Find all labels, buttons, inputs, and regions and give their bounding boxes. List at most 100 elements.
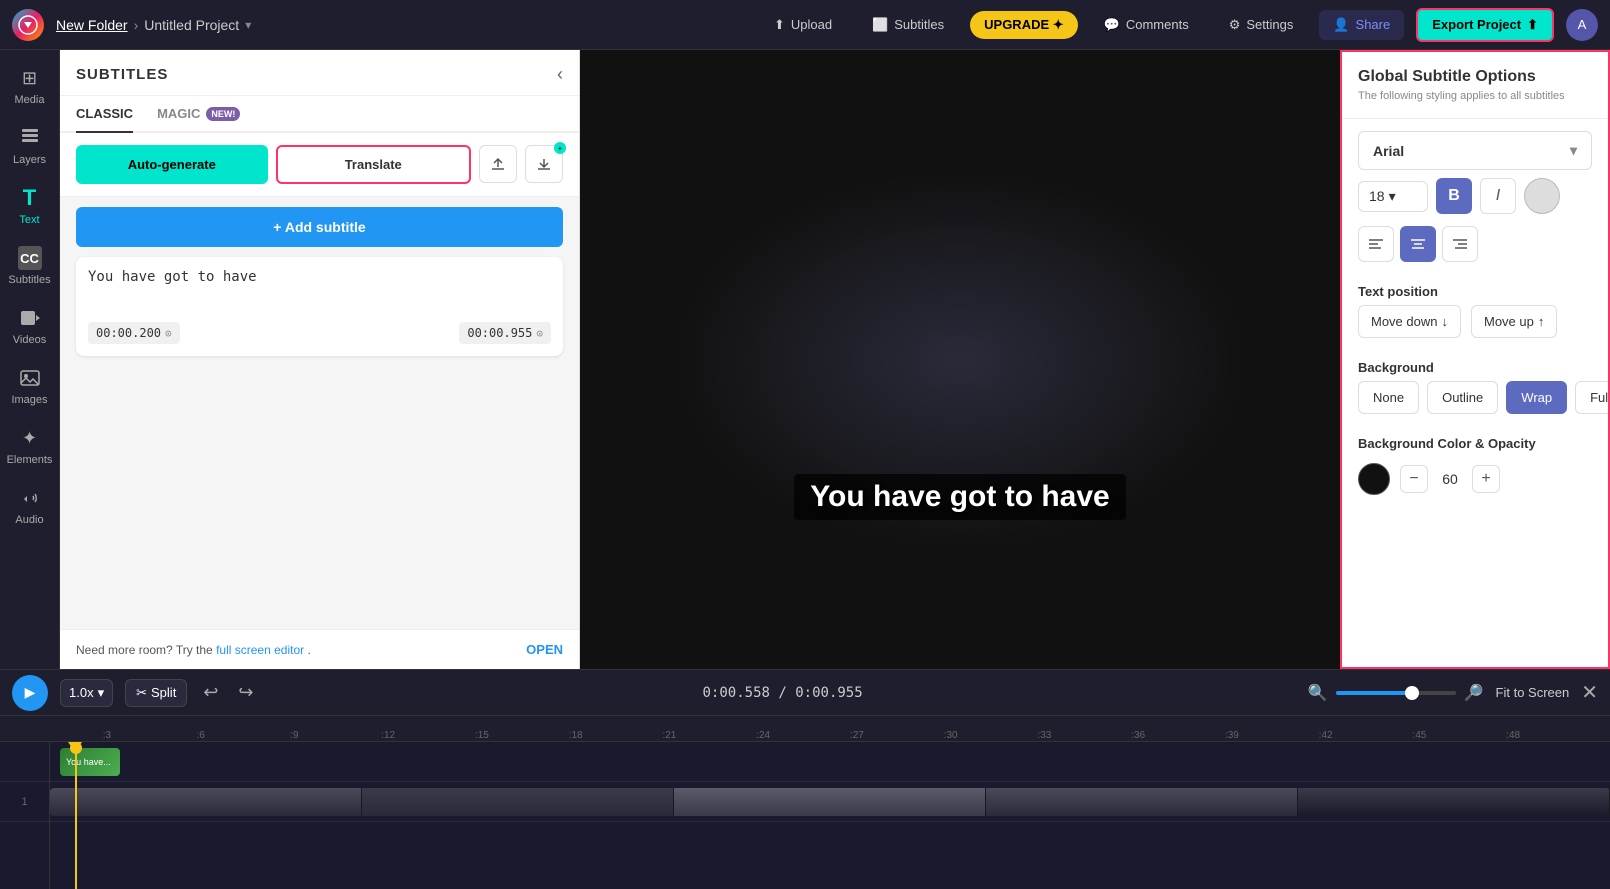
opacity-controls: − 60 +: [1400, 465, 1500, 493]
upgrade-button[interactable]: UPGRADE ✦: [970, 11, 1078, 39]
global-options-panel: Global Subtitle Options The following st…: [1340, 50, 1610, 669]
close-timeline-button[interactable]: ✕: [1581, 680, 1598, 705]
split-button[interactable]: ✂ Split: [125, 679, 187, 707]
opacity-minus-button[interactable]: −: [1400, 465, 1428, 493]
speed-chevron-icon: ▾: [98, 685, 105, 701]
breadcrumb-project: Untitled Project: [144, 17, 239, 33]
fit-to-screen-button[interactable]: Fit to Screen: [1496, 685, 1570, 700]
breadcrumb-chevron[interactable]: ▾: [245, 18, 251, 32]
time-start-chip: 00:00.200 ⊙: [88, 322, 180, 344]
tab-classic[interactable]: CLASSIC: [76, 96, 133, 133]
timeline-toolbar: ▶ 1.0x ▾ ✂ Split ↩ ↪ 0:00.558 / 0:00.955…: [0, 670, 1610, 716]
subtitle-track-item[interactable]: You have...: [60, 748, 120, 776]
bg-none-button[interactable]: None: [1358, 381, 1419, 414]
align-center-button[interactable]: [1400, 226, 1436, 262]
align-left-button[interactable]: [1358, 226, 1394, 262]
sidebar-item-audio[interactable]: Audio: [3, 478, 57, 534]
video-canvas: You have got to have: [670, 170, 1250, 550]
size-chevron-icon: ▾: [1389, 188, 1396, 205]
subtitle-text-input[interactable]: [88, 269, 551, 309]
zoom-out-icon[interactable]: 🔍: [1308, 683, 1328, 703]
panel-title: SUBTITLES: [76, 66, 168, 83]
open-button[interactable]: OPEN: [526, 642, 563, 657]
upload-subtitle-button[interactable]: [479, 145, 517, 183]
autogenerate-button[interactable]: Auto-generate: [76, 145, 268, 184]
options-title: Global Subtitle Options: [1358, 68, 1592, 86]
redo-button[interactable]: ↪: [234, 678, 257, 707]
ruler-mark: :48: [1466, 730, 1560, 741]
panel-close-button[interactable]: ‹: [557, 64, 563, 85]
video-area: You have got to have: [580, 50, 1340, 669]
sidebar-item-subtitles[interactable]: CC Subtitles: [3, 238, 57, 294]
sidebar-item-elements[interactable]: ✦ Elements: [3, 418, 57, 474]
bg-outline-button[interactable]: Outline: [1427, 381, 1498, 414]
track-label-2: 1: [0, 782, 49, 822]
ruler-mark: :27: [810, 730, 904, 741]
sidebar-item-text[interactable]: T Text: [3, 178, 57, 234]
text-color-picker[interactable]: [1524, 178, 1560, 214]
undo-button[interactable]: ↩: [199, 678, 222, 707]
play-button[interactable]: ▶: [12, 675, 48, 711]
zoom-in-icon[interactable]: 🔎: [1464, 683, 1484, 703]
font-chevron-icon: ▾: [1570, 142, 1577, 159]
zoom-controls: 🔍 🔎: [1308, 683, 1484, 703]
bg-full-button[interactable]: Full: [1575, 381, 1610, 414]
bg-wrap-button[interactable]: Wrap: [1506, 381, 1567, 414]
italic-button[interactable]: I: [1480, 178, 1516, 214]
move-down-button[interactable]: Move down ↓: [1358, 305, 1461, 338]
breadcrumb-folder[interactable]: New Folder: [56, 17, 128, 33]
align-right-button[interactable]: [1442, 226, 1478, 262]
background-label: Background: [1342, 348, 1608, 381]
sidebar-item-media[interactable]: ⊞ Media: [3, 58, 57, 114]
bg-color-row: − 60 +: [1342, 457, 1608, 501]
sidebar-item-videos[interactable]: Videos: [3, 298, 57, 354]
add-subtitle-button[interactable]: + Add subtitle: [76, 207, 563, 247]
ruler-mark: :39: [1185, 730, 1279, 741]
font-selector[interactable]: Arial ▾: [1358, 131, 1592, 170]
translate-button[interactable]: Translate: [276, 145, 472, 184]
elements-icon: ✦: [18, 426, 42, 450]
tab-magic[interactable]: MAGIC NEW!: [157, 96, 240, 133]
bold-button[interactable]: B: [1436, 178, 1472, 214]
settings-button[interactable]: ⚙ Settings: [1215, 10, 1308, 40]
play-icon: ▶: [25, 684, 36, 701]
upload-button[interactable]: ⬆ Upload: [760, 10, 846, 40]
ruler-mark: :3: [60, 730, 154, 741]
subtitles-icon: ⬜: [872, 17, 888, 33]
media-icon: ⊞: [18, 66, 42, 90]
download-subtitle-button[interactable]: +: [525, 145, 563, 183]
ruler-mark: :15: [435, 730, 529, 741]
fullscreen-editor-link[interactable]: full screen editor: [216, 643, 304, 657]
move-up-button[interactable]: Move up ↑: [1471, 305, 1557, 338]
export-button[interactable]: Export Project ⬆: [1416, 8, 1554, 42]
zoom-slider-thumb[interactable]: [1405, 686, 1419, 700]
panel-actions: Auto-generate Translate +: [60, 133, 579, 197]
ruler-mark: :30: [904, 730, 998, 741]
time-display: 0:00.558 / 0:00.955: [270, 685, 1296, 701]
upload-icon: ⬆: [774, 17, 785, 33]
time-end-chip: 00:00.955 ⊙: [459, 322, 551, 344]
video-thumbnail-track: [50, 788, 1610, 816]
bg-color-picker[interactable]: [1358, 463, 1390, 495]
icon-sidebar: ⊞ Media Layers T Text CC Subtitles: [0, 50, 60, 669]
ruler-mark: :12: [341, 730, 435, 741]
comments-button[interactable]: 💬 Comments: [1090, 10, 1203, 40]
clock-end-icon: ⊙: [536, 327, 543, 340]
speed-selector[interactable]: 1.0x ▾: [60, 679, 113, 707]
magic-new-badge: NEW!: [206, 107, 240, 121]
playhead: [75, 742, 77, 889]
track-content-area: You have...: [50, 742, 1610, 889]
opacity-plus-button[interactable]: +: [1472, 465, 1500, 493]
ruler-mark: :21: [623, 730, 717, 741]
subtitle-track-row: You have...: [50, 742, 1610, 782]
sidebar-item-images[interactable]: Images: [3, 358, 57, 414]
sidebar-item-layers[interactable]: Layers: [3, 118, 57, 174]
avatar[interactable]: A: [1566, 9, 1598, 41]
clock-start-icon: ⊙: [165, 327, 172, 340]
zoom-slider[interactable]: [1336, 691, 1456, 695]
share-button[interactable]: 👤 Share: [1319, 10, 1404, 40]
panel-footer: Need more room? Try the full screen edit…: [60, 629, 579, 669]
subtitles-nav-button[interactable]: ⬜ Subtitles: [858, 10, 958, 40]
ruler-mark: :45: [1373, 730, 1467, 741]
font-size-selector[interactable]: 18 ▾: [1358, 181, 1428, 212]
